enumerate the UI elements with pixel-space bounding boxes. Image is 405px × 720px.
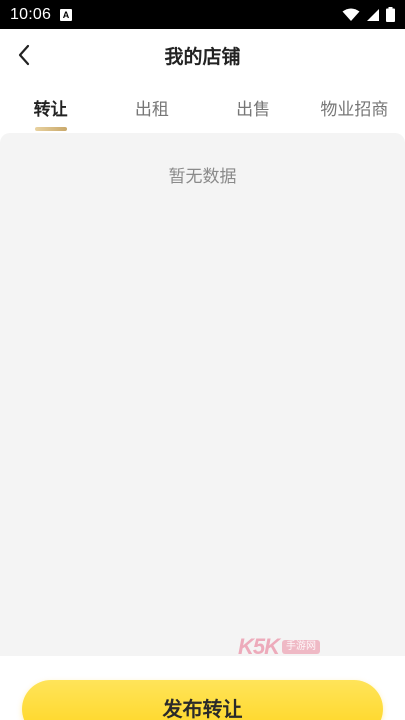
tab-transfer[interactable]: 转让 (0, 81, 101, 133)
tab-sale[interactable]: 出售 (203, 81, 304, 133)
nav-bar: 我的店铺 (0, 29, 405, 81)
tab-indicator (34, 127, 67, 131)
page-title: 我的店铺 (164, 45, 241, 68)
tab-rent[interactable]: 出租 (101, 81, 202, 133)
content-list[interactable]: 暂无数据 (0, 133, 405, 656)
chevron-left-icon (18, 44, 30, 66)
status-bar: 10:06 A (0, 0, 405, 29)
bottom-bar: 发布转让 (0, 656, 405, 720)
tab-label: 出售 (236, 100, 271, 120)
tab-label: 转让 (33, 100, 68, 120)
tab-property-leasing[interactable]: 物业招商 (304, 81, 405, 133)
notification-icon: A (60, 8, 73, 21)
wifi-icon (342, 8, 360, 21)
signal-icon (367, 8, 379, 21)
tab-label: 物业招商 (320, 100, 389, 120)
battery-icon (386, 7, 395, 22)
tab-label: 出租 (134, 100, 169, 120)
watermark-badge: 手游网 (282, 640, 321, 654)
tab-bar: 转让 出租 出售 物业招商 (0, 81, 405, 133)
publish-transfer-button[interactable]: 发布转让 (22, 680, 383, 720)
back-button[interactable] (12, 42, 36, 68)
status-time: 10:06 (10, 5, 52, 23)
status-icons (342, 7, 395, 22)
empty-state-text: 暂无数据 (168, 167, 237, 187)
